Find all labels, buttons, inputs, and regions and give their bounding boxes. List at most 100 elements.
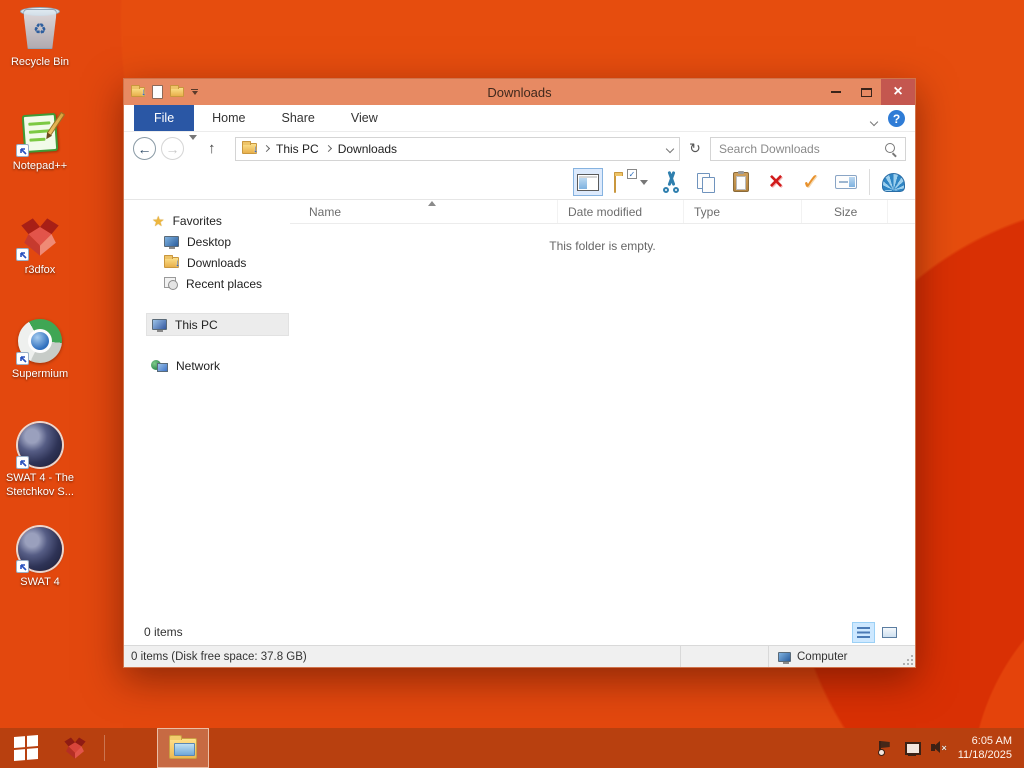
details-view-button[interactable] xyxy=(852,621,875,643)
action-center-flag-icon[interactable] xyxy=(877,740,893,756)
explorer-window: ↓ Downloads × File Home Share View ? ← → xyxy=(123,78,916,668)
thumbnails-view-button[interactable] xyxy=(878,622,901,643)
empty-folder-message: This folder is empty. xyxy=(549,239,656,253)
computer-icon xyxy=(778,651,791,664)
status-spacer xyxy=(681,646,769,667)
disk-free-space: 0 items (Disk free space: 37.8 GB) xyxy=(124,646,681,667)
address-dropdown-icon[interactable] xyxy=(665,144,675,153)
checkmark-icon: ✓ xyxy=(801,169,821,194)
properties-icon[interactable] xyxy=(152,85,163,99)
copy-button[interactable] xyxy=(694,168,718,196)
tab-view[interactable]: View xyxy=(333,105,396,131)
desktop-icon-supermium[interactable]: Supermium xyxy=(0,318,80,381)
recent-places-icon xyxy=(164,277,178,290)
swat4-stetchkov-icon xyxy=(16,422,63,469)
address-bar[interactable]: ↓ This PC Downloads xyxy=(235,136,680,161)
column-header-date-modified[interactable]: Date modified xyxy=(558,200,684,223)
taskbar-separator xyxy=(104,735,105,761)
search-box[interactable] xyxy=(710,136,906,161)
sidebar-item-recent-places[interactable]: Recent places xyxy=(124,273,290,294)
classic-shell-button[interactable] xyxy=(881,168,905,196)
desktop-icon-label: Supermium xyxy=(11,368,69,380)
network-tray-icon[interactable] xyxy=(904,740,921,756)
new-folder-icon[interactable] xyxy=(170,85,184,97)
address-row: ← → ↑ ↓ This PC Downloads ↻ xyxy=(124,132,915,165)
paste-button[interactable] xyxy=(729,168,753,196)
sidebar-label: This PC xyxy=(175,317,218,332)
collapse-ribbon-button[interactable] xyxy=(869,114,879,127)
location-folder-icon: ↓ xyxy=(242,141,258,155)
forward-button[interactable]: → xyxy=(161,137,184,160)
desktop-icon-swat4-stetchkov[interactable]: SWAT 4 - The Stetchkov S... xyxy=(0,422,80,499)
rename-button[interactable] xyxy=(834,168,858,196)
shortcut-arrow-icon xyxy=(16,248,29,261)
select-items-button[interactable]: ✓ xyxy=(614,168,648,196)
shell-icon xyxy=(881,172,905,192)
back-button[interactable]: ← xyxy=(133,137,156,160)
breadcrumb-this-pc[interactable]: This PC xyxy=(276,142,319,156)
sidebar-label: Desktop xyxy=(187,234,232,249)
taskbar-clock[interactable]: 6:05 AM 11/18/2025 xyxy=(958,734,1012,762)
paste-icon xyxy=(733,171,749,192)
sidebar-item-favorites[interactable]: ★ Favorites xyxy=(124,210,290,231)
classic-status-bar: 0 items (Disk free space: 37.8 GB) Compu… xyxy=(124,645,915,667)
cut-button[interactable] xyxy=(659,168,683,196)
volume-muted-icon[interactable]: × xyxy=(930,740,947,756)
help-icon[interactable]: ? xyxy=(888,110,905,127)
desktop-icon-label: SWAT 4 xyxy=(20,576,60,588)
breadcrumb-downloads[interactable]: Downloads xyxy=(338,142,397,156)
status-bar: 0 items xyxy=(124,619,915,645)
start-button[interactable] xyxy=(0,728,52,768)
search-icon[interactable] xyxy=(884,142,897,155)
taskbar-supermium-button[interactable] xyxy=(111,728,157,768)
sidebar-item-this-pc[interactable]: This PC xyxy=(146,313,289,336)
file-explorer-icon xyxy=(169,734,197,759)
column-headers: Name Date modified Type Size xyxy=(290,200,915,224)
resize-grip[interactable] xyxy=(903,655,913,665)
preview-pane-button[interactable] xyxy=(573,168,603,196)
network-icon xyxy=(151,359,168,372)
desktop-icon-r3dfox[interactable]: r3dfox xyxy=(0,214,80,277)
desktop-monitor-icon xyxy=(164,236,179,249)
maximize-button[interactable] xyxy=(851,79,881,105)
this-pc-icon xyxy=(152,319,167,332)
sidebar-item-network[interactable]: Network xyxy=(124,355,290,376)
shortcut-arrow-icon xyxy=(16,456,29,469)
delete-button[interactable]: × xyxy=(764,168,788,196)
shortcut-arrow-icon xyxy=(16,352,29,365)
quick-access-toolbar: ↓ xyxy=(124,85,234,99)
desktop-icon-notepadpp[interactable]: Notepad++ xyxy=(0,110,80,173)
tab-home[interactable]: Home xyxy=(194,105,263,131)
search-input[interactable] xyxy=(719,141,884,156)
sidebar-item-desktop[interactable]: Desktop xyxy=(124,231,290,252)
desktop-icon-recycle-bin[interactable]: ♻ Recycle Bin xyxy=(0,6,80,69)
tab-file[interactable]: File xyxy=(134,105,195,131)
notepadpp-icon xyxy=(16,110,66,157)
recent-locations-dropdown[interactable] xyxy=(189,134,203,158)
file-list-pane[interactable]: Name Date modified Type Size This folder… xyxy=(290,200,915,619)
tab-share[interactable]: Share xyxy=(264,105,333,131)
r3dfox-icon xyxy=(16,214,63,261)
taskbar-explorer-button[interactable] xyxy=(157,728,209,768)
clock-date: 11/18/2025 xyxy=(957,749,1012,761)
titlebar[interactable]: ↓ Downloads × xyxy=(124,79,915,105)
downloads-folder-icon: ↓ xyxy=(164,255,180,269)
column-header-type[interactable]: Type xyxy=(684,200,802,223)
thumbnails-view-icon xyxy=(882,626,897,638)
refresh-button[interactable]: ↻ xyxy=(685,140,705,157)
column-header-size[interactable]: Size xyxy=(802,200,888,223)
explorer-toolbar: ✓ × ✓ xyxy=(124,165,915,200)
computer-label: Computer xyxy=(797,650,848,663)
customize-qat-icon[interactable] xyxy=(191,89,198,95)
minimize-button[interactable] xyxy=(821,79,851,105)
close-button[interactable]: × xyxy=(881,79,915,105)
desktop-icon-swat4[interactable]: SWAT 4 xyxy=(0,526,80,589)
rename-icon xyxy=(835,175,857,189)
column-header-name[interactable]: Name xyxy=(290,200,558,223)
select-all-button[interactable]: ✓ xyxy=(799,168,823,196)
sidebar-item-downloads[interactable]: ↓ Downloads xyxy=(124,252,290,273)
up-button[interactable]: ↑ xyxy=(208,140,230,157)
shortcut-arrow-icon xyxy=(16,144,29,157)
downloads-folder-icon[interactable]: ↓ xyxy=(131,85,146,98)
taskbar-r3dfox-button[interactable] xyxy=(52,728,98,768)
